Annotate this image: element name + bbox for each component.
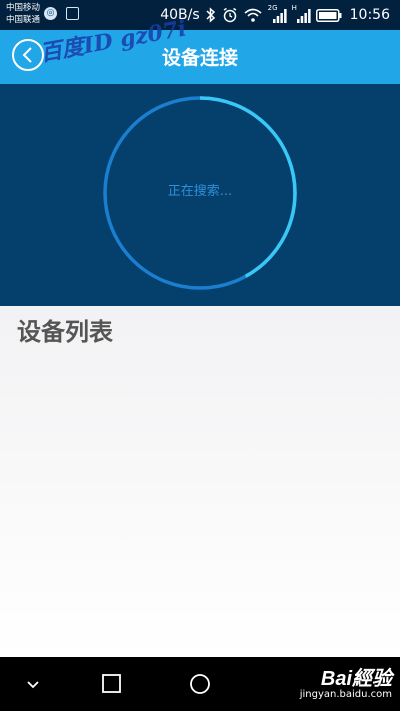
title-bar: 设备连接 [0,30,400,84]
page-title: 设备连接 [161,47,238,69]
image-notification-icon [66,7,79,20]
scan-panel: 正在搜索... [0,84,400,306]
signal-icon [272,9,287,23]
home-button[interactable] [189,672,213,696]
device-list: 设备列表 [0,306,400,657]
signal-h: H [292,4,311,23]
jingyan-site: jingyan.baidu.com [299,689,392,700]
jingyan-logo: Bai經验 jingyan.baidu.com [300,662,392,700]
status-bar: 中国移动 中国联通 ◎ 40B/s 2G H 10:56 [0,0,400,30]
signal-icon-2 [296,9,311,23]
bluetooth-icon [206,7,215,23]
wifi-icon [244,8,262,22]
recents-button[interactable] [101,672,123,696]
carrier-2: 中国联通 [6,15,41,25]
clock: 10:56 [349,7,390,23]
app-notification-icon: ◎ [44,7,57,20]
status-indicators: 40B/s 2G H 10:56 [160,4,390,25]
carrier-labels: 中国移动 中国联通 [6,2,40,26]
battery-icon [315,8,342,22]
searching-status: 正在搜索... [167,184,233,199]
device-list-heading: 设备列表 [17,318,113,346]
carrier-1: 中国移动 [6,3,41,13]
collapse-chevron-icon[interactable] [25,672,41,696]
alarm-icon [223,7,237,23]
network-speed: 40B/s [160,7,200,23]
jingyan-brand: Bai經验 [320,668,392,690]
signal-2g: 2G [268,4,287,23]
